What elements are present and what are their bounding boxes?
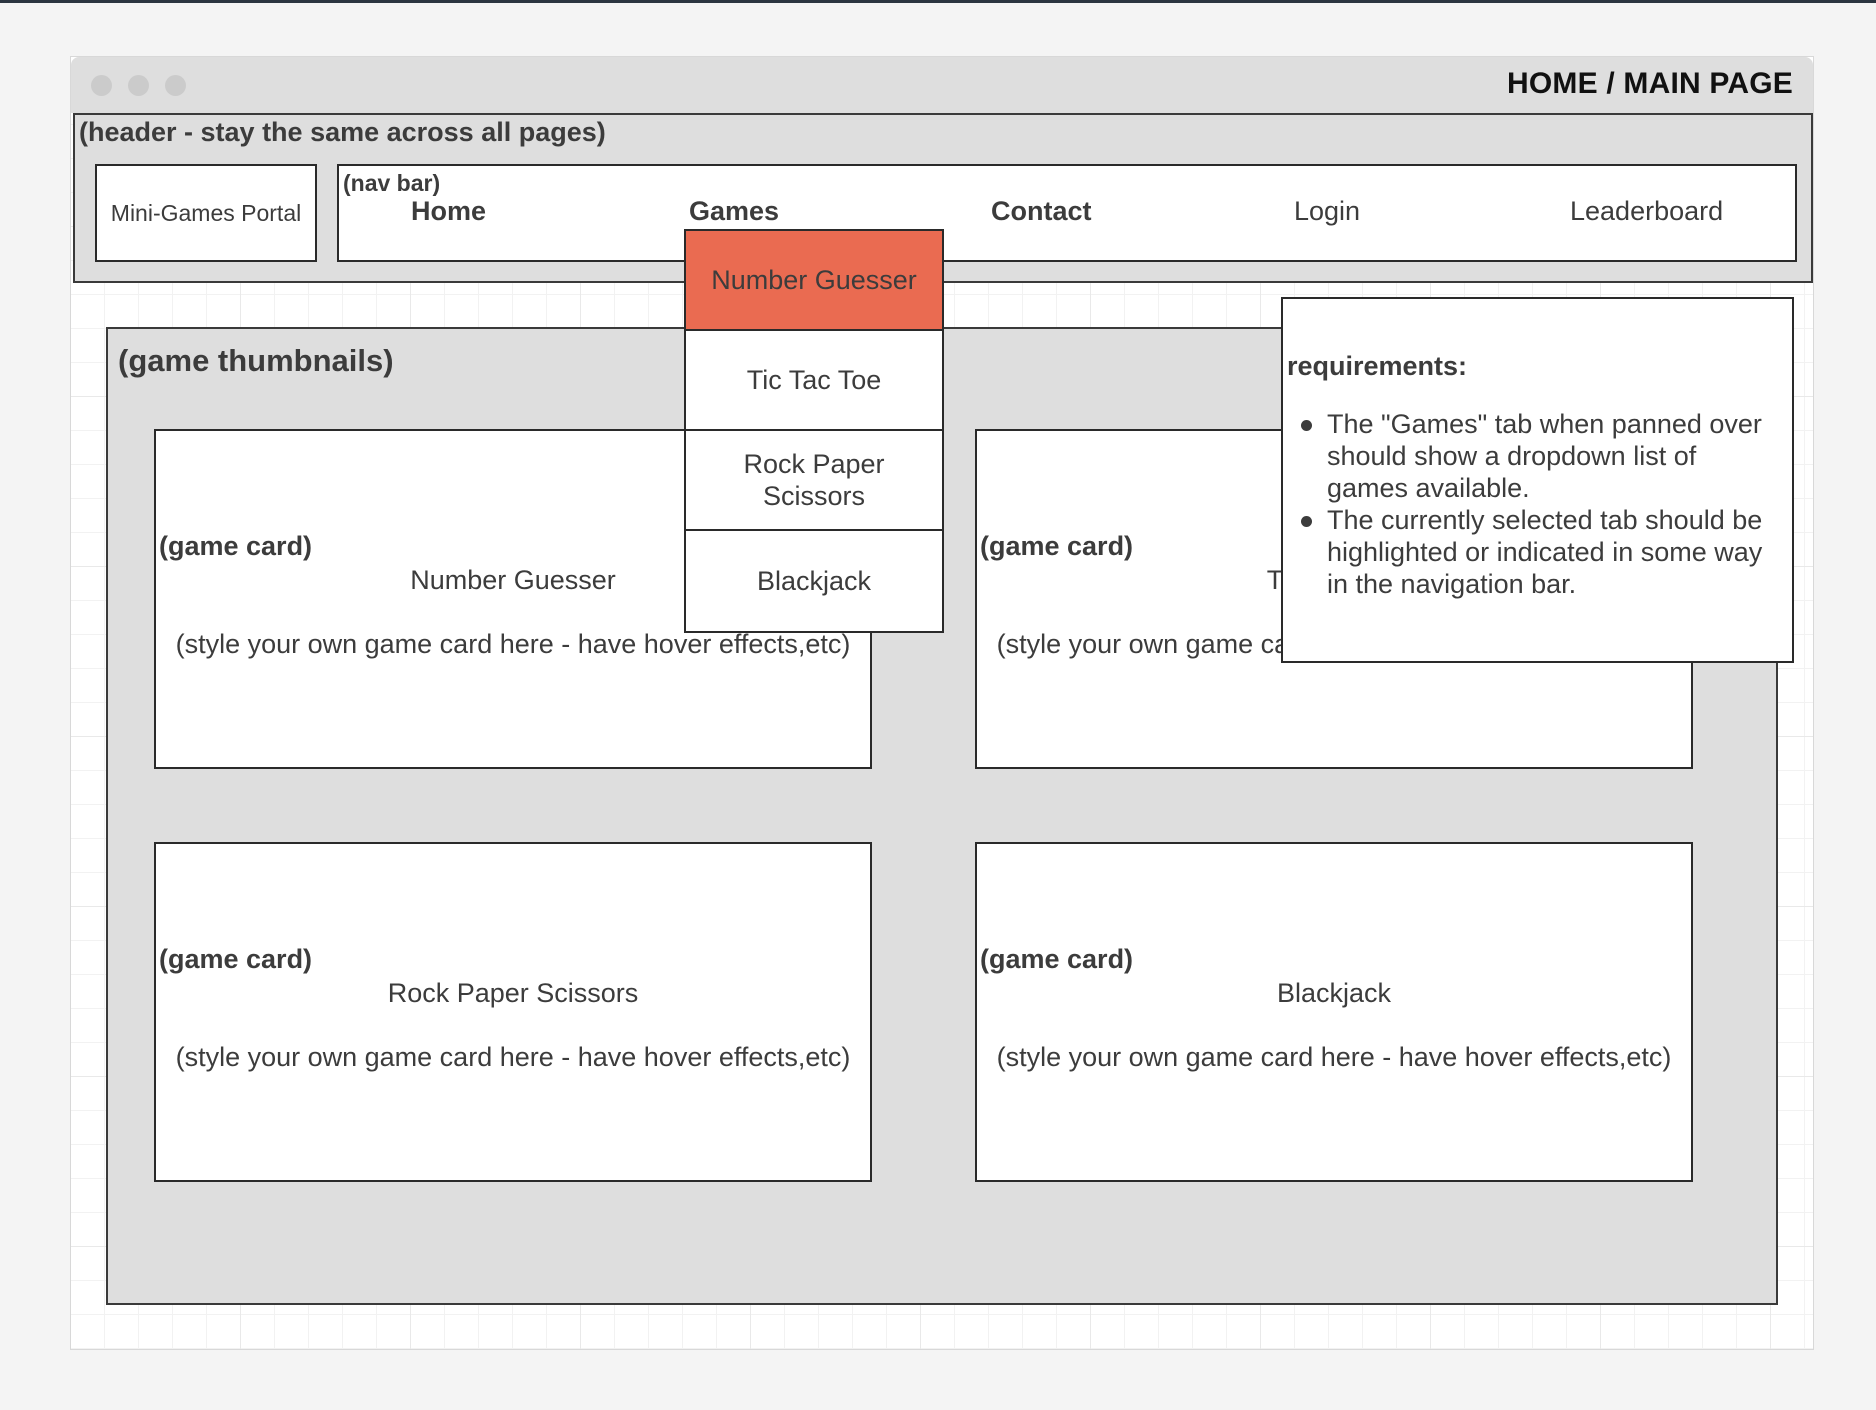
header-annotation: (header - stay the same across all pages… [79,117,606,147]
nav-item-contact[interactable]: Contact [991,196,1092,227]
nav-item-games[interactable]: Games [689,196,779,227]
game-card-rock-paper-scissors[interactable]: (game card) Rock Paper Scissors (style y… [154,842,872,1182]
window-minimize-dot[interactable] [128,75,149,96]
window-title: HOME / MAIN PAGE [1507,67,1793,100]
requirement-item: The "Games" tab when panned over should … [1301,408,1780,504]
nav-item-home[interactable]: Home [411,196,486,227]
window-maximize-dot[interactable] [165,75,186,96]
games-dropdown-menu: Number Guesser Tic Tac Toe Rock Paper Sc… [684,229,944,633]
wireframe-window: HOME / MAIN PAGE (header - stay the same… [70,56,1814,1350]
top-border-line [0,0,1876,3]
card-annotation: (game card) [980,531,1134,561]
card-description: (style your own game card here - have ho… [996,1042,1672,1072]
window-close-dot[interactable] [91,75,112,96]
nav-item-login[interactable]: Login [1294,196,1360,227]
card-annotation: (game card) [159,531,313,561]
site-logo[interactable]: Mini-Games Portal [95,164,317,262]
nav-bar: (nav bar) Home Games Contact Login Leade… [337,164,1797,262]
requirement-item: The currently selected tab should be hig… [1301,504,1780,600]
card-title: Blackjack [1276,978,1392,1008]
game-card-blackjack[interactable]: (game card) Blackjack (style your own ga… [975,842,1693,1182]
window-titlebar: HOME / MAIN PAGE [71,57,1813,113]
dropdown-item-blackjack[interactable]: Blackjack [686,531,942,631]
card-annotation: (game card) [980,944,1134,974]
dropdown-item-number-guesser[interactable]: Number Guesser [686,231,942,331]
card-title: Rock Paper Scissors [387,978,639,1008]
card-description: (style your own game card here - have ho… [175,1042,851,1072]
site-logo-text: Mini-Games Portal [110,199,302,226]
dropdown-item-rock-paper-scissors[interactable]: Rock Paper Scissors [686,431,942,531]
requirements-title: requirements: [1287,351,1468,381]
requirements-list: The "Games" tab when panned over should … [1287,408,1780,600]
nav-bar-annotation: (nav bar) [343,170,441,196]
requirements-note: requirements: The "Games" tab when panne… [1281,297,1794,663]
card-annotation: (game card) [159,944,313,974]
gallery-annotation: (game thumbnails) [118,343,394,378]
nav-item-leaderboard[interactable]: Leaderboard [1570,196,1723,227]
dropdown-item-tic-tac-toe[interactable]: Tic Tac Toe [686,331,942,431]
card-description: (style your own game card here - have ho… [175,629,851,659]
